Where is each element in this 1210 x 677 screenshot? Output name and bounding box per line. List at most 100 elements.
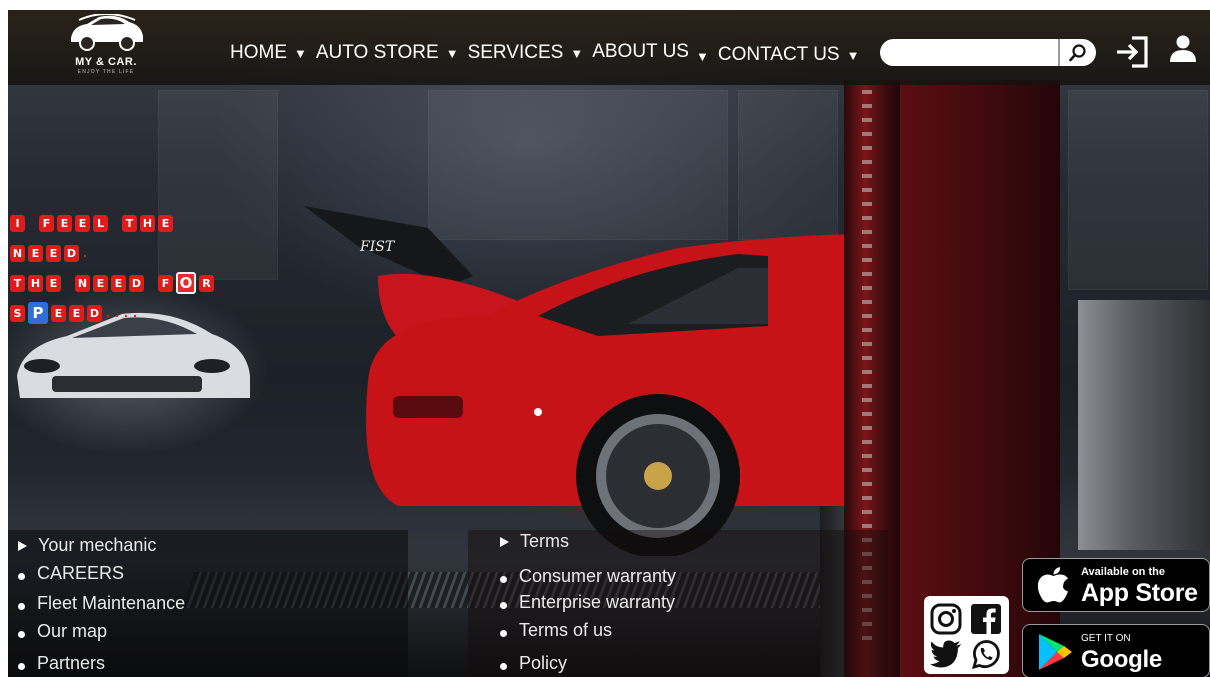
- caret-down-icon: ▼: [846, 47, 860, 63]
- facebook-icon[interactable]: [969, 602, 1003, 636]
- app-store-big-text: App Store: [1081, 579, 1198, 607]
- slogan-letter: N: [75, 274, 90, 292]
- hero-slogan: I FEEL THE NEED. THE NEED FOR SPEED....: [10, 208, 280, 328]
- search-input[interactable]: [888, 42, 1048, 63]
- slogan-letter: .: [114, 306, 120, 320]
- slogan-letter: E: [46, 244, 61, 262]
- logo-name: MY & CAR.: [75, 56, 137, 68]
- footer-link-terms-of-us[interactable]: Terms of us: [500, 620, 612, 641]
- slogan-letter: E: [111, 274, 126, 292]
- slogan-letter: .: [82, 246, 88, 260]
- footer-link-label: Fleet Maintenance: [37, 593, 186, 613]
- slogan-letter: .: [132, 306, 138, 320]
- user-icon[interactable]: [1168, 34, 1198, 64]
- google-play-icon: [1039, 634, 1072, 670]
- footer-link-partners[interactable]: Partners: [18, 653, 105, 674]
- main-nav: HOME ▼ AUTO STORE ▼ SERVICES ▼ ABOUT US …: [230, 40, 868, 66]
- bullet-icon: [500, 576, 507, 583]
- footer-link-terms[interactable]: Terms: [500, 531, 569, 552]
- svg-text:FIST: FIST: [359, 239, 396, 255]
- slogan-letter: E: [51, 304, 66, 322]
- footer-link-your-mechanic[interactable]: Your mechanic: [18, 535, 156, 556]
- whatsapp-icon[interactable]: [970, 638, 1002, 670]
- slogan-letter: E: [93, 274, 108, 292]
- nav-contact-us[interactable]: CONTACT US ▼: [718, 44, 860, 66]
- slogan-letter: E: [158, 214, 173, 232]
- google-play-small-text: GET IT ON: [1081, 633, 1131, 644]
- nav-home[interactable]: HOME ▼: [230, 42, 307, 64]
- slogan-letter: N: [10, 244, 25, 262]
- slogan-letter: I: [10, 214, 25, 232]
- search-button[interactable]: [1058, 39, 1096, 66]
- slogan-letter: H: [28, 274, 43, 292]
- bullet-icon: [18, 573, 25, 580]
- nav-services[interactable]: SERVICES ▼: [468, 42, 584, 64]
- google-play-button[interactable]: GET IT ON Google Play: [1022, 624, 1210, 677]
- caret-down-icon: ▼: [695, 48, 709, 64]
- slogan-letter: E: [28, 244, 43, 262]
- page: FIST MY & CAR. ENJOY THE LIFE HOME ▼ AUT…: [8, 10, 1210, 677]
- slogan-letter: R: [199, 274, 214, 292]
- nav-label: ABOUT US: [592, 41, 689, 62]
- site-header: MY & CAR. ENJOY THE LIFE HOME ▼ AUTO STO…: [8, 10, 1210, 85]
- google-play-big-text: Google Play: [1081, 646, 1162, 677]
- bullet-icon: [500, 602, 507, 609]
- slogan-letter: E: [57, 214, 72, 232]
- slogan-letter: F: [158, 274, 173, 292]
- slogan-line: I FEEL THE: [10, 208, 280, 238]
- footer-link-enterprise-warranty[interactable]: Enterprise warranty: [500, 592, 675, 613]
- slogan-letter: .: [123, 306, 129, 320]
- slogan-letter: E: [75, 214, 90, 232]
- slogan-letter: E: [46, 274, 61, 292]
- bullet-icon: [500, 663, 507, 670]
- tool-cabinet: [1078, 300, 1210, 550]
- slogan-letter: D: [129, 274, 144, 292]
- footer-link-label: Consumer warranty: [519, 566, 677, 586]
- slogan-letter: P: [28, 302, 48, 324]
- footer-link-careers[interactable]: CAREERS: [18, 563, 124, 584]
- caret-down-icon: ▼: [445, 45, 459, 61]
- app-store-button[interactable]: Available on the App Store: [1022, 558, 1210, 612]
- login-icon[interactable]: [1114, 34, 1150, 70]
- site-logo[interactable]: MY & CAR. ENJOY THE LIFE: [58, 14, 154, 80]
- slogan-letter: T: [122, 214, 137, 232]
- slogan-letter: D: [64, 244, 79, 262]
- app-store-small-text: Available on the: [1081, 566, 1165, 578]
- twitter-icon[interactable]: [929, 638, 963, 670]
- car-logo-icon: [71, 14, 143, 51]
- red-porsche-image: FIST: [304, 206, 853, 556]
- nav-label: AUTO STORE: [315, 42, 439, 63]
- footer-link-fleet-maintenance[interactable]: Fleet Maintenance: [18, 593, 185, 614]
- nav-label: CONTACT US: [717, 44, 840, 65]
- logo-tagline: ENJOY THE LIFE: [77, 69, 135, 75]
- slogan-letter: H: [140, 214, 155, 232]
- instagram-icon[interactable]: [929, 602, 963, 636]
- slogan-line: THE NEED FOR: [10, 268, 280, 298]
- slogan-letter: D: [87, 304, 102, 322]
- footer-link-policy[interactable]: Policy: [500, 653, 567, 674]
- nav-about-us[interactable]: ABOUT US ▼: [592, 41, 709, 64]
- bullet-icon: [500, 630, 507, 637]
- slogan-letter: O: [176, 272, 196, 294]
- triangle-right-icon: [500, 536, 509, 547]
- slogan-line: NEED.: [10, 238, 280, 268]
- slogan-letter: .: [105, 306, 111, 320]
- caret-down-icon: ▼: [294, 45, 307, 61]
- bullet-icon: [18, 603, 25, 610]
- wall-panel: [1068, 90, 1208, 290]
- slogan-letter: T: [10, 274, 25, 292]
- social-links: [924, 596, 1009, 674]
- search-icon: [1069, 43, 1086, 61]
- footer-link-consumer-warranty[interactable]: Consumer warranty: [500, 566, 676, 587]
- slogan-letter: F: [39, 214, 54, 232]
- bullet-icon: [18, 663, 25, 670]
- slogan-letter: E: [69, 304, 84, 322]
- footer-link-label: Our map: [37, 621, 108, 641]
- footer-link-label: Policy: [519, 653, 568, 673]
- bullet-icon: [18, 631, 25, 638]
- footer-link-our-map[interactable]: Our map: [18, 621, 107, 642]
- slogan-letter: L: [93, 214, 108, 232]
- footer-link-label: Terms of us: [519, 620, 613, 640]
- apple-icon: [1037, 567, 1068, 603]
- nav-auto-store[interactable]: AUTO STORE ▼: [316, 42, 459, 64]
